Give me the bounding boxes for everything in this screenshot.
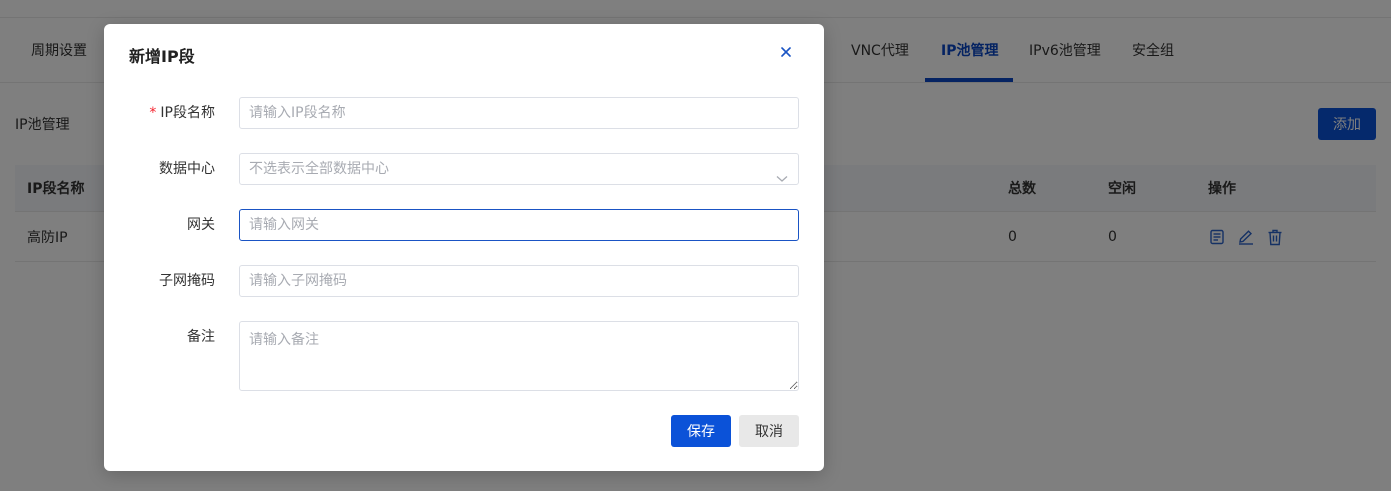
chevron-down-icon xyxy=(776,164,788,194)
cancel-button[interactable]: 取消 xyxy=(739,415,799,447)
field-label-netmask: 子网掩码 xyxy=(159,273,215,289)
field-label-gateway: 网关 xyxy=(187,217,215,233)
datacenter-select[interactable]: 不选表示全部数据中心 xyxy=(239,153,799,185)
dialog-title: 新增IP段 xyxy=(129,47,195,66)
datacenter-select-placeholder: 不选表示全部数据中心 xyxy=(249,161,389,177)
ip-segment-name-input[interactable] xyxy=(239,97,799,129)
field-label-name: * IP段名称 xyxy=(149,97,215,129)
gateway-input[interactable] xyxy=(239,209,799,241)
field-label-remark: 备注 xyxy=(187,329,215,345)
save-button[interactable]: 保存 xyxy=(671,415,731,447)
remark-textarea[interactable] xyxy=(239,321,799,391)
close-icon[interactable] xyxy=(776,42,796,62)
netmask-input[interactable] xyxy=(239,265,799,297)
field-label-datacenter: 数据中心 xyxy=(159,161,215,177)
add-ip-segment-dialog: 新增IP段 *IP段名称 数据中心 不选表示全部数据中心 网关 子网掩码 xyxy=(104,24,824,471)
field-label-name-text: IP段名称 xyxy=(160,105,215,121)
required-mark: * xyxy=(149,105,157,121)
